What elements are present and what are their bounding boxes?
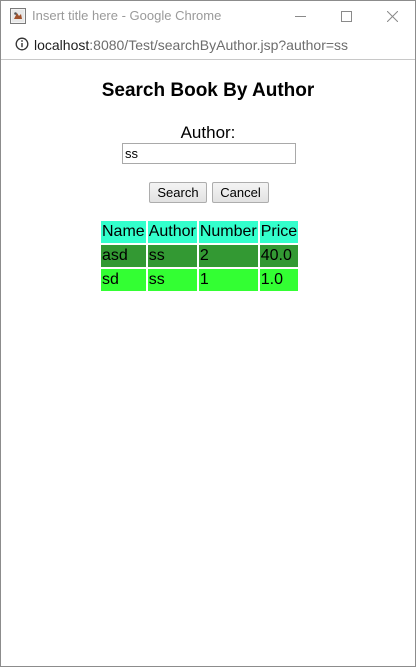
cell-author: ss [147,245,197,267]
url-host: localhost [34,37,90,53]
maximize-button[interactable] [323,1,369,31]
window-title: Insert title here - Google Chrome [32,8,222,23]
url-path: :8080/Test/searchByAuthor.jsp?author=ss [89,37,349,53]
column-header-name: Name [101,221,146,243]
author-input[interactable] [122,143,296,164]
browser-window: Insert title here - Google Chrome localh… [0,0,416,667]
page-favicon-icon [10,8,26,24]
results-table: Name Author Number Price asd ss 2 40.0 s… [99,219,300,293]
table-row: asd ss 2 40.0 [101,245,299,267]
title-bar: Insert title here - Google Chrome [1,1,415,31]
column-header-author: Author [147,221,197,243]
address-bar[interactable]: localhost:8080/Test/searchByAuthor.jsp?a… [1,31,415,60]
minimize-button[interactable] [277,1,323,31]
cell-price: 40.0 [259,245,299,267]
cell-number: 2 [198,245,258,267]
page-content: Search Book By Author Author: Search Can… [1,60,415,666]
page-title: Search Book By Author [101,80,315,101]
close-button[interactable] [369,1,415,31]
close-icon [386,10,398,22]
cell-name: asd [101,245,146,267]
cell-author: ss [147,269,197,291]
column-header-number: Number [198,221,258,243]
minimize-icon [294,15,306,17]
author-label: Author: [180,123,236,142]
table-header-row: Name Author Number Price [101,221,299,243]
cell-number: 1 [198,269,258,291]
table-row: sd ss 1 1.0 [101,269,299,291]
cell-name: sd [101,269,146,291]
site-info-icon[interactable] [15,37,29,56]
cell-price: 1.0 [259,269,299,291]
maximize-icon [340,10,352,22]
column-header-price: Price [259,221,299,243]
search-button[interactable]: Search [149,182,207,203]
url-text[interactable]: localhost:8080/Test/searchByAuthor.jsp?a… [34,37,348,53]
cancel-button[interactable]: Cancel [212,182,269,203]
